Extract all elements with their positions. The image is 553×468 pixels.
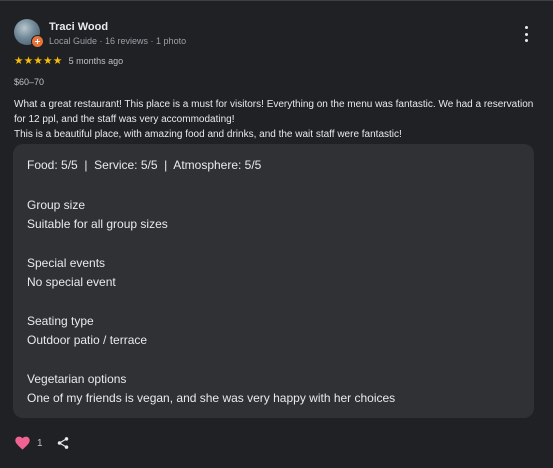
more-options-button[interactable]	[519, 26, 533, 42]
attribute-value: Suitable for all group sizes	[27, 217, 168, 231]
top-divider	[0, 0, 553, 1]
attribute-group-size: Group size Suitable for all group sizes	[27, 196, 168, 234]
attribute-label: Group size	[27, 198, 86, 212]
heart-icon[interactable]	[15, 436, 30, 450]
attribute-label: Special events	[27, 256, 106, 270]
review-text: What a great restaurant! This place is a…	[14, 99, 534, 140]
attribute-value: One of my friends is vegan, and she was …	[27, 391, 396, 405]
review-header: Traci Wood Local Guide · 16 reviews · 1 …	[14, 19, 186, 48]
review-rating: ★★★★★ 5 months ago	[14, 55, 123, 67]
review-attributes: Food: 5/5 | Service: 5/5 | Atmosphere: 5…	[13, 144, 534, 418]
star-rating: ★★★★★	[14, 55, 63, 67]
attribute-value: Outdoor patio / terrace	[27, 333, 148, 347]
attribute-special-events: Special events No special event	[27, 254, 116, 292]
reviewer-name[interactable]: Traci Wood	[49, 21, 186, 34]
attribute-value: No special event	[27, 275, 116, 289]
reviewer-meta: Local Guide · 16 reviews · 1 photo	[49, 36, 187, 46]
attribute-label: Vegetarian options	[27, 372, 127, 386]
local-guide-badge-icon	[31, 35, 44, 48]
review-time: 5 months ago	[68, 56, 124, 66]
sub-ratings: Food: 5/5 | Service: 5/5 | Atmosphere: 5…	[27, 158, 262, 172]
attribute-vegetarian-options: Vegetarian options One of my friends is …	[27, 370, 395, 408]
attribute-seating-type: Seating type Outdoor patio / terrace	[27, 312, 147, 350]
share-icon[interactable]	[56, 436, 70, 450]
review-actions: 1	[15, 436, 70, 450]
price-range: $60–70	[14, 77, 45, 87]
reviewer-info: Traci Wood Local Guide · 16 reviews · 1 …	[49, 21, 186, 47]
avatar[interactable]	[14, 19, 44, 48]
attribute-label: Seating type	[27, 314, 94, 328]
more-vert-icon	[524, 26, 528, 29]
like-count: 1	[37, 437, 43, 449]
